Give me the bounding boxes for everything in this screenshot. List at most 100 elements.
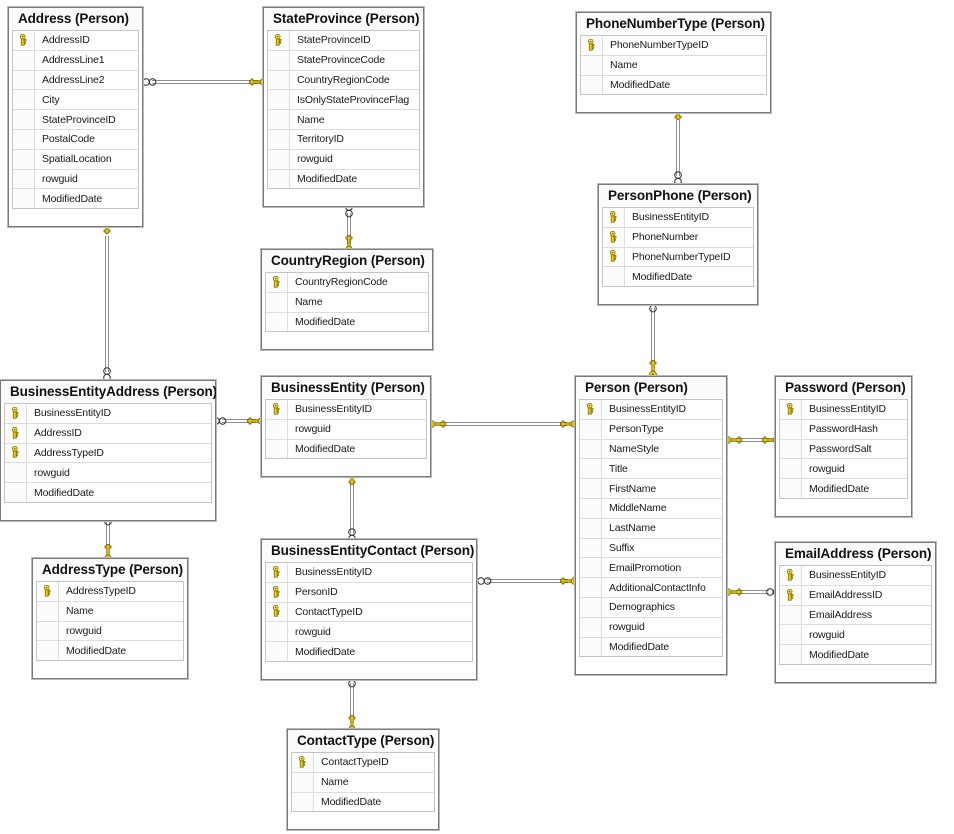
column-row[interactable]: Name	[266, 292, 428, 313]
relationship-businessentitycontact-person[interactable]	[477, 577, 579, 585]
column-row[interactable]: rowguid	[268, 149, 419, 170]
column-row[interactable]: ModifiedDate	[266, 642, 472, 661]
column-row-primary-key[interactable]: BusinessEntityID	[780, 400, 907, 420]
column-row[interactable]: City	[13, 90, 138, 111]
column-row-primary-key[interactable]: BusinessEntityID	[266, 400, 426, 420]
column-row[interactable]: rowguid	[266, 419, 426, 440]
column-row-primary-key[interactable]: PhoneNumber	[603, 227, 753, 248]
primary-key-cell	[266, 400, 288, 419]
column-row[interactable]: ModifiedDate	[5, 483, 211, 502]
column-row[interactable]: ModifiedDate	[13, 189, 138, 209]
column-gutter-cell	[5, 483, 27, 502]
relationship-address-businessentityaddress[interactable]	[103, 215, 111, 382]
column-row-primary-key[interactable]: AddressTypeID	[37, 582, 183, 602]
column-gutter-cell	[268, 90, 290, 110]
relationship-businessentity-businessentitycontact[interactable]	[348, 466, 356, 543]
entity-table-countryregion[interactable]: CountryRegion (Person) CountryRegionCode N…	[260, 247, 434, 352]
column-row[interactable]: PasswordSalt	[780, 439, 907, 460]
column-row-primary-key[interactable]: BusinessEntityID	[603, 208, 753, 228]
column-row[interactable]: EmailPromotion	[580, 558, 722, 579]
column-row[interactable]: ModifiedDate	[266, 439, 426, 459]
column-row[interactable]: ModifiedDate	[37, 641, 183, 661]
column-row[interactable]: PersonType	[580, 419, 722, 440]
entity-table-businessentitycontact[interactable]: BusinessEntityContact (Person) BusinessEn…	[260, 538, 478, 681]
column-row[interactable]: Suffix	[580, 538, 722, 559]
column-row[interactable]: ModifiedDate	[581, 75, 766, 95]
column-row[interactable]: AddressLine2	[13, 70, 138, 91]
column-row[interactable]: ModifiedDate	[580, 637, 722, 657]
column-row[interactable]: EmailAddress	[780, 605, 931, 626]
entity-table-phonenumbertype[interactable]: PhoneNumberType (Person) PhoneNumberTypeI…	[575, 10, 772, 115]
column-row[interactable]: IsOnlyStateProvinceFlag	[268, 90, 419, 111]
column-row-primary-key[interactable]: AddressID	[5, 423, 211, 444]
column-row-primary-key[interactable]: BusinessEntityID	[266, 563, 472, 583]
entity-table-person[interactable]: Person (Person) BusinessEntityID PersonTyp…	[574, 374, 728, 677]
column-row-primary-key[interactable]: PhoneNumberTypeID	[581, 36, 766, 56]
column-row-primary-key[interactable]: AddressID	[13, 31, 138, 51]
er-diagram-canvas[interactable]: Address (Person) AddressID AddressLine1 Add…	[0, 0, 954, 834]
column-row-primary-key[interactable]: BusinessEntityID	[5, 404, 211, 424]
column-row[interactable]: AddressLine1	[13, 50, 138, 71]
entity-table-stateprovince[interactable]: StateProvince (Person) StateProvinceID Sta…	[262, 5, 425, 209]
column-row[interactable]: LastName	[580, 518, 722, 539]
column-row[interactable]: Title	[580, 459, 722, 480]
column-row-primary-key[interactable]: EmailAddressID	[780, 585, 931, 606]
column-row[interactable]: rowguid	[266, 622, 472, 643]
entity-table-personphone[interactable]: PersonPhone (Person) BusinessEntityID Phon…	[597, 182, 759, 307]
column-row-primary-key[interactable]: BusinessEntityID	[780, 566, 931, 586]
entity-table-emailaddress[interactable]: EmailAddress (Person) BusinessEntityID Ema…	[774, 541, 937, 684]
column-row[interactable]: MiddleName	[580, 498, 722, 519]
column-row-primary-key[interactable]: ContactTypeID	[266, 602, 472, 623]
column-row[interactable]: PasswordHash	[780, 419, 907, 440]
column-row[interactable]: rowguid	[37, 621, 183, 642]
column-row[interactable]: ModifiedDate	[780, 479, 907, 498]
column-row-primary-key[interactable]: BusinessEntityID	[580, 400, 722, 420]
column-row[interactable]: SpatialLocation	[13, 149, 138, 170]
column-row[interactable]: AdditionalContactInfo	[580, 578, 722, 598]
column-name: Name	[297, 113, 325, 126]
column-row[interactable]: CountryRegionCode	[268, 70, 419, 91]
column-row[interactable]: rowguid	[780, 625, 931, 646]
entity-table-addresstype[interactable]: AddressType (Person) AddressTypeID Name row…	[31, 556, 189, 681]
column-row[interactable]: PostalCode	[13, 129, 138, 150]
relationship-person-password[interactable]	[723, 436, 781, 444]
entity-table-businessentity[interactable]: BusinessEntity (Person) BusinessEntityID r…	[260, 374, 432, 479]
column-row[interactable]: Name	[37, 601, 183, 622]
column-row-primary-key[interactable]: CountryRegionCode	[266, 273, 428, 293]
relationship-personphone-person[interactable]	[649, 298, 657, 379]
entity-table-address[interactable]: Address (Person) AddressID AddressLine1 Add…	[7, 5, 144, 229]
entity-table-businessentityaddress[interactable]: BusinessEntityAddress (Person) BusinessEn…	[0, 379, 217, 522]
column-row[interactable]: ModifiedDate	[268, 169, 419, 189]
column-row[interactable]: Name	[268, 110, 419, 130]
column-row-primary-key[interactable]: PhoneNumberTypeID	[603, 247, 753, 268]
column-row[interactable]: ModifiedDate	[266, 312, 428, 332]
column-row[interactable]: ModifiedDate	[292, 792, 434, 812]
relationship-phonenumbertype-personphone[interactable]	[674, 101, 682, 186]
column-row[interactable]: rowguid	[780, 459, 907, 480]
entity-table-contacttype[interactable]: ContactType (Person) ContactTypeID Name Mod…	[286, 727, 440, 832]
column-row-primary-key[interactable]: StateProvinceID	[268, 31, 419, 51]
column-row[interactable]: rowguid	[13, 169, 138, 190]
column-row[interactable]: Name	[581, 55, 766, 76]
relationship-address-stateprovince[interactable]	[142, 78, 268, 86]
column-row[interactable]: rowguid	[580, 617, 722, 638]
relationship-person-emailaddress[interactable]	[723, 588, 781, 596]
column-row[interactable]: Demographics	[580, 597, 722, 618]
relationship-stateprovince-countryregion[interactable]	[345, 203, 353, 254]
column-row[interactable]: ModifiedDate	[603, 267, 753, 287]
relationship-businessentity-person[interactable]	[427, 420, 579, 428]
column-row-primary-key[interactable]: ContactTypeID	[292, 753, 434, 773]
column-row[interactable]: FirstName	[580, 479, 722, 499]
column-row[interactable]: StateProvinceCode	[268, 50, 419, 71]
column-row[interactable]: Name	[292, 772, 434, 793]
column-row-primary-key[interactable]: AddressTypeID	[5, 443, 211, 464]
column-row[interactable]: ModifiedDate	[780, 645, 931, 664]
column-row[interactable]: TerritoryID	[268, 129, 419, 150]
relationship-businessentitycontact-contacttype[interactable]	[348, 673, 356, 734]
column-row[interactable]: StateProvinceID	[13, 110, 138, 130]
column-row[interactable]: NameStyle	[580, 439, 722, 460]
entity-table-password[interactable]: Password (Person) BusinessEntityID Passwor…	[774, 375, 913, 518]
column-row-primary-key[interactable]: PersonID	[266, 582, 472, 603]
column-row[interactable]: rowguid	[5, 463, 211, 484]
relationship-businessentityaddress-businessentity[interactable]	[212, 417, 266, 425]
